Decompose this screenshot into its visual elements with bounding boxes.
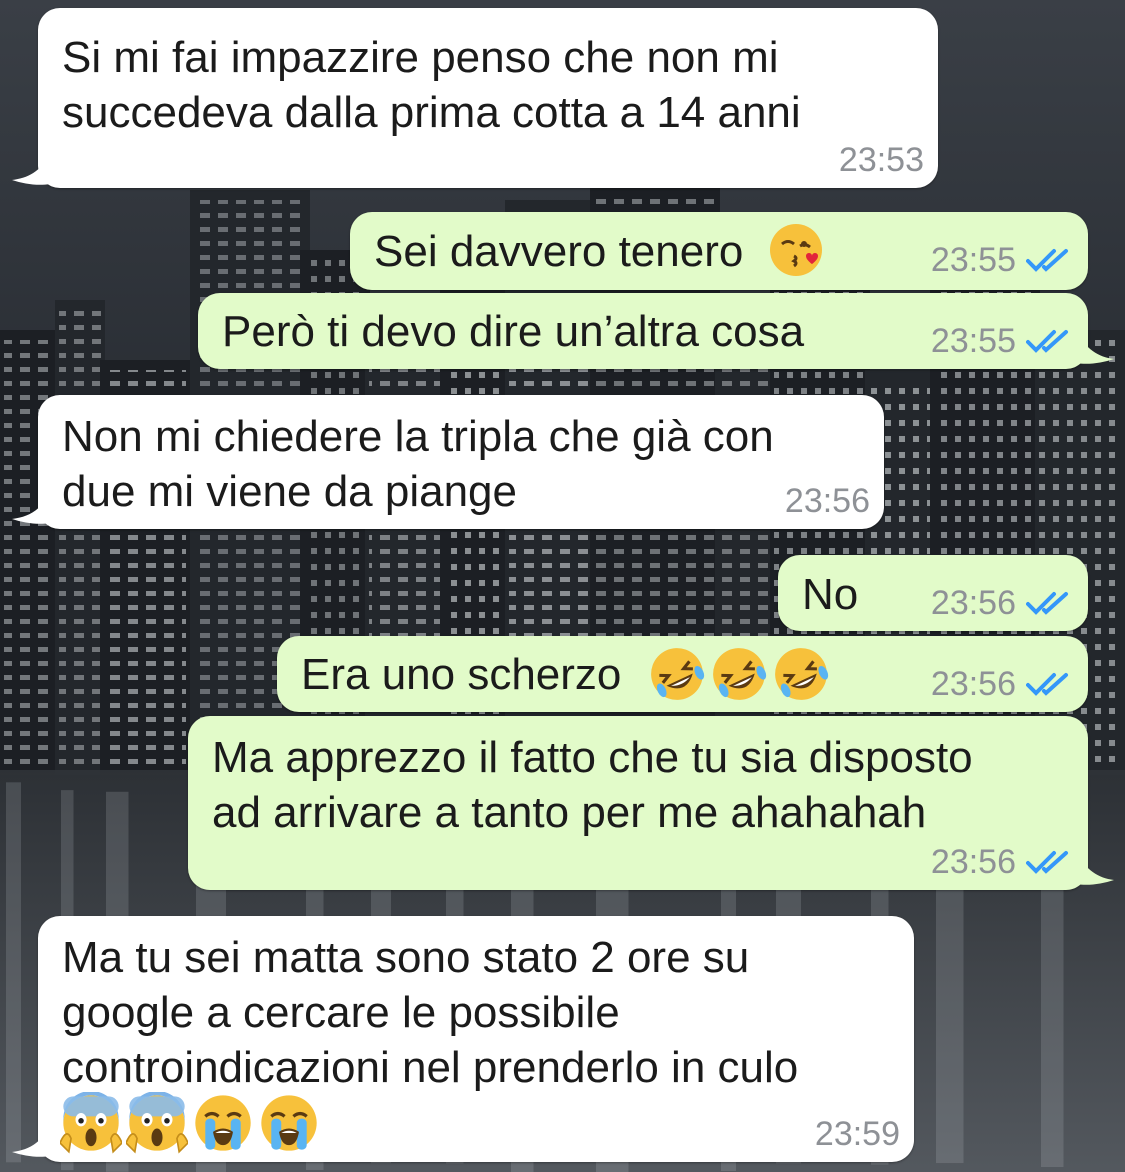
message-outgoing[interactable]: Era uno scherzo 23:56 bbox=[277, 636, 1088, 712]
message-incoming[interactable]: Non mi chiedere la tripla che già con du… bbox=[12, 395, 884, 529]
message-outgoing[interactable]: Ma apprezzo il fatto che tu sia disposto… bbox=[188, 716, 1114, 890]
read-receipt-icon bbox=[1026, 249, 1068, 272]
message-outgoing[interactable]: Però ti devo dire un’altra cosa 23:55 bbox=[198, 293, 1114, 369]
message-text-line: ad arrivare a tanto per me ahahahah bbox=[212, 788, 927, 837]
message-timestamp: 23:56 bbox=[930, 665, 1016, 703]
bubble-tail bbox=[1076, 331, 1114, 364]
bubble-tail bbox=[1076, 852, 1114, 885]
message-timestamp: 23:56 bbox=[784, 482, 870, 520]
message-text-content: Sei davvero tenero bbox=[374, 227, 744, 276]
face-screaming-in-fear-emoji bbox=[60, 1092, 122, 1154]
message-text-line: due mi viene da piange bbox=[62, 467, 517, 516]
message-timestamp: 23:55 bbox=[930, 322, 1016, 360]
message-text-line: succedeva dalla prima cotta a 14 anni bbox=[62, 88, 801, 137]
skyline-windows bbox=[59, 310, 101, 770]
message-text-line: Non mi chiedere la tripla che già con bbox=[62, 412, 774, 461]
face-screaming-in-fear-emoji bbox=[126, 1092, 188, 1154]
message-timestamp: 23:55 bbox=[930, 241, 1016, 279]
read-receipt-icon bbox=[1026, 673, 1068, 696]
message-text-line: controindicazioni nel prenderlo in culo bbox=[62, 1043, 799, 1092]
message-text-content: Era uno scherzo bbox=[301, 650, 622, 699]
water-reflection bbox=[6, 782, 21, 1163]
message-incoming[interactable]: Ma tu sei matta sono stato 2 ore su goog… bbox=[12, 916, 914, 1162]
message-timestamp: 23:53 bbox=[838, 141, 924, 179]
message-outgoing[interactable]: Sei davvero tenero 23:55 bbox=[350, 212, 1088, 290]
message-text-line: google a cercare le possibile bbox=[62, 988, 620, 1037]
message-outgoing[interactable]: No 23:56 bbox=[778, 555, 1088, 631]
message-text: No bbox=[802, 570, 859, 619]
message-timestamp: 23:59 bbox=[814, 1115, 900, 1153]
rolling-on-floor-laughing-emoji bbox=[712, 648, 766, 700]
bubble-tail bbox=[12, 154, 50, 185]
read-receipt-icon bbox=[1026, 592, 1068, 615]
message-incoming[interactable]: Si mi fai impazzire penso che non mi suc… bbox=[12, 8, 938, 188]
message-text-line: Ma apprezzo il fatto che tu sia disposto bbox=[212, 733, 973, 782]
rolling-on-floor-laughing-emoji bbox=[774, 648, 828, 700]
message-text-line: Ma tu sei matta sono stato 2 ore su bbox=[62, 933, 750, 982]
read-receipt-icon bbox=[1026, 851, 1068, 874]
read-receipt-icon bbox=[1026, 330, 1068, 353]
face-blowing-a-kiss-emoji bbox=[769, 224, 822, 277]
emoji-row bbox=[648, 644, 834, 703]
bubble-tail bbox=[12, 493, 50, 524]
loudly-crying-face-emoji bbox=[195, 1095, 251, 1151]
loudly-crying-face-emoji bbox=[261, 1095, 317, 1151]
emoji-row bbox=[60, 1092, 324, 1154]
message-text: Sei davvero tenero bbox=[374, 224, 824, 279]
message-timestamp: 23:56 bbox=[930, 843, 1016, 881]
message-text: Era uno scherzo bbox=[301, 647, 834, 703]
message-text: Però ti devo dire un’altra cosa bbox=[222, 307, 805, 356]
bubble-tail bbox=[12, 1126, 50, 1157]
message-text-line: Si mi fai impazzire penso che non mi bbox=[62, 33, 779, 82]
message-timestamp: 23:56 bbox=[930, 584, 1016, 622]
rolling-on-floor-laughing-emoji bbox=[650, 648, 704, 700]
